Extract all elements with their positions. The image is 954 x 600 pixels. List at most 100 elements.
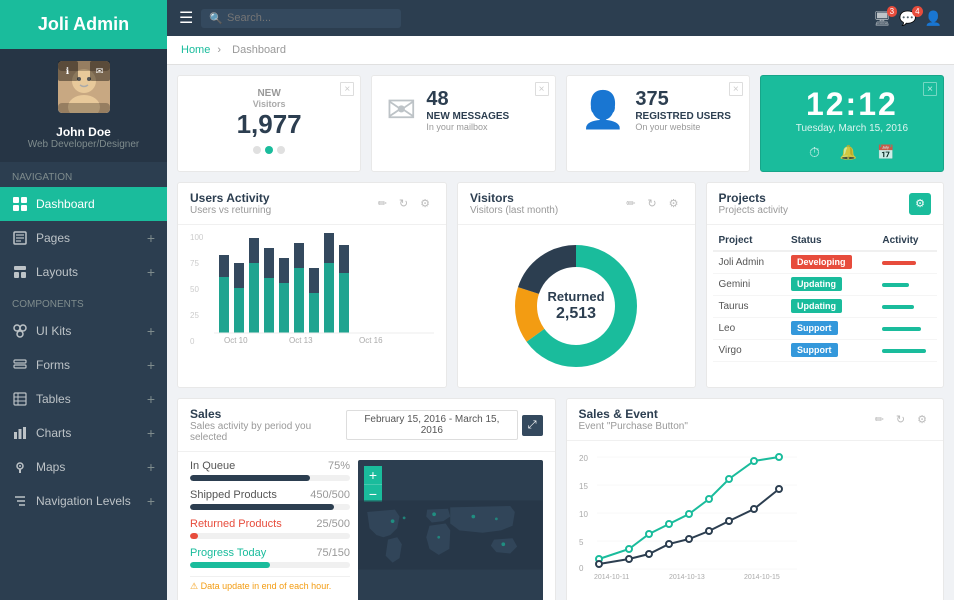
visitors-sub-label: Visitors	[192, 99, 346, 109]
settings-btn[interactable]: ⚙	[416, 195, 434, 212]
clock-card-close[interactable]: ×	[923, 82, 937, 96]
sidebar-item-ui-kits[interactable]: UI Kits +	[0, 314, 167, 348]
sidebar-item-pages[interactable]: Pages +	[0, 221, 167, 255]
dot-2	[265, 146, 273, 154]
in-queue-label: In Queue 75%	[190, 460, 350, 472]
projects-title: Projects	[719, 191, 788, 205]
clock-date: Tuesday, March 15, 2016	[796, 123, 908, 134]
main-area: ☰ 🔍 🖥 3 💬 4 👤 Home › Dashboard	[167, 0, 954, 600]
settings-btn[interactable]: ⚙	[665, 195, 683, 212]
expand-icon: +	[147, 493, 155, 509]
users-sublabel: On your website	[635, 122, 731, 132]
bottom-row: Sales Sales activity by period you selec…	[177, 398, 944, 600]
edit-btn[interactable]: ✏	[374, 195, 391, 212]
profile-role: Web Developer/Designer	[12, 139, 155, 150]
svg-text:2014-10-15: 2014-10-15	[744, 574, 780, 579]
returned-item: Returned Products 25/500	[190, 518, 350, 539]
edit-btn[interactable]: ✏	[622, 195, 639, 212]
expand-button[interactable]: ⤢	[522, 415, 543, 436]
refresh-btn[interactable]: ↻	[643, 195, 660, 212]
sidebar-item-navigation-levels[interactable]: Navigation Levels +	[0, 484, 167, 518]
dot-3	[277, 146, 285, 154]
sidebar-brand: Joli Admin	[0, 0, 167, 49]
users-activity-body: 100 75 50 25 0	[178, 225, 446, 354]
activity-bar	[882, 261, 916, 265]
in-queue-fill	[190, 475, 310, 481]
projects-table: Project Status Activity Joli Admin Devel…	[713, 231, 938, 362]
refresh-btn[interactable]: ↻	[892, 411, 909, 428]
status-badge: Updating	[791, 277, 842, 291]
date-range-picker[interactable]: February 15, 2016 - March 15, 2016	[346, 410, 518, 440]
topbar-right: 🖥 3 💬 4 👤	[873, 10, 942, 27]
sales-widget: Sales Sales activity by period you selec…	[177, 398, 556, 600]
svg-text:10: 10	[579, 510, 588, 519]
in-queue-item: In Queue 75%	[190, 460, 350, 481]
breadcrumb-separator: ›	[217, 44, 224, 56]
breadcrumb-home[interactable]: Home	[181, 44, 210, 56]
sidebar-item-maps[interactable]: Maps +	[0, 450, 167, 484]
sales-event-actions: ✏ ↻ ⚙	[871, 411, 931, 428]
progress-track	[190, 562, 350, 568]
visitors-dots	[192, 146, 346, 154]
users-card-close[interactable]: ×	[729, 82, 743, 96]
expand-icon: +	[147, 425, 155, 441]
user-dropdown-button[interactable]: 👤	[925, 10, 942, 27]
sidebar-item-dashboard[interactable]: Dashboard	[0, 187, 167, 221]
map-svg	[358, 460, 543, 600]
breadcrumb-current: Dashboard	[232, 44, 286, 56]
progress-today-item: Progress Today 75/150	[190, 547, 350, 568]
expand-icon: +	[147, 323, 155, 339]
svg-text:2014-10-11: 2014-10-11	[594, 574, 629, 579]
sales-controls: February 15, 2016 - March 15, 2016 ⤢	[346, 410, 542, 440]
profile-info-btn[interactable]: ℹ	[58, 61, 78, 81]
progress-fill	[190, 562, 270, 568]
messages-card-close[interactable]: ×	[535, 82, 549, 96]
search-input[interactable]	[227, 12, 393, 24]
in-queue-track	[190, 475, 350, 481]
visitors-card: × NEW Visitors 1,977	[177, 75, 361, 172]
project-row-virgo: Virgo Support	[713, 340, 938, 362]
settings-btn[interactable]: ⚙	[913, 411, 931, 428]
messages-button[interactable]: 💬 4	[899, 10, 916, 27]
pages-icon	[12, 230, 28, 246]
returned-fill	[190, 533, 198, 539]
refresh-btn[interactable]: ↻	[395, 195, 412, 212]
svg-text:15: 15	[579, 482, 588, 491]
menu-toggle-button[interactable]: ☰	[179, 8, 193, 28]
widgets-row-1: Users Activity Users vs returning ✏ ↻ ⚙ …	[177, 182, 944, 388]
edit-btn[interactable]: ✏	[871, 411, 888, 428]
sidebar-item-label: Dashboard	[36, 197, 95, 211]
clock-timer-btn[interactable]: ⏱	[809, 144, 820, 161]
clock-calendar-btn[interactable]: 📅	[877, 144, 894, 161]
visitors-card-close[interactable]: ×	[340, 82, 354, 96]
returned-label: Returned Products 25/500	[190, 518, 350, 530]
user-icon: 👤	[925, 10, 942, 26]
users-activity-widget: Users Activity Users vs returning ✏ ↻ ⚙ …	[177, 182, 447, 388]
clock-time: 12:12	[806, 86, 898, 123]
svg-text:2,513: 2,513	[556, 305, 596, 322]
projects-subtitle: Projects activity	[719, 205, 788, 216]
sidebar-item-charts[interactable]: Charts +	[0, 416, 167, 450]
uikits-icon	[12, 323, 28, 339]
search-box: 🔍	[201, 9, 401, 28]
sales-body: In Queue 75% Shipped Products	[178, 452, 555, 600]
sidebar-item-layouts[interactable]: Layouts +	[0, 255, 167, 289]
dashboard-icon	[12, 196, 28, 212]
gear-button[interactable]: ⚙	[909, 193, 931, 215]
users-activity-header: Users Activity Users vs returning ✏ ↻ ⚙	[178, 183, 446, 225]
clock-bell-btn[interactable]: 🔔	[840, 144, 857, 161]
activity-bar	[882, 349, 926, 353]
sidebar-item-tables[interactable]: Tables +	[0, 382, 167, 416]
sidebar-item-label: Tables	[36, 392, 71, 406]
bar-chart-wrapper: 100 75 50 25 0	[190, 233, 434, 346]
profile-mail-btn[interactable]: ✉	[90, 61, 110, 81]
sales-event-widget: Sales & Event Event "Purchase Button" ✏ …	[566, 398, 945, 600]
brand-title: Joli Admin	[38, 14, 129, 34]
messages-card: × ✉ 48 NEW MESSAGES In your mailbox	[371, 75, 555, 172]
sidebar-item-forms[interactable]: Forms +	[0, 348, 167, 382]
dot-1	[253, 146, 261, 154]
visitors-header: Visitors Visitors (last month) ✏ ↻ ⚙	[458, 183, 695, 225]
mail-icon: ✉	[386, 89, 416, 131]
notifications-button[interactable]: 🖥 3	[873, 10, 891, 27]
expand-icon: +	[147, 391, 155, 407]
